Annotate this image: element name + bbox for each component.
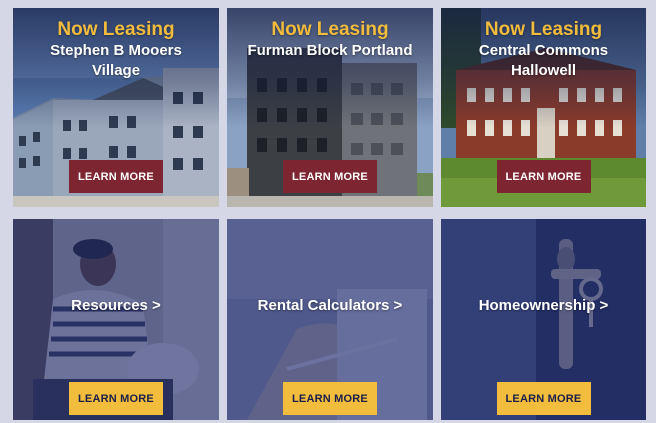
now-leasing-label: Now Leasing [57,19,175,40]
learn-more-button-resources[interactable]: LEARN MORE [69,382,163,415]
now-leasing-label: Now Leasing [484,19,603,40]
resources-tile[interactable]: Resources > LEARN MORE [13,219,219,420]
property-tile-furman-block[interactable]: Now Leasing Furman Block Portland LEARN … [227,8,433,207]
learn-more-button-homeownership[interactable]: LEARN MORE [496,382,591,415]
homeownership-title: Homeownership > [478,297,609,314]
property-name-line2: Village [91,62,141,79]
property-heading: Now Leasing Furman Block Portland [227,18,433,61]
property-tile-central-commons[interactable]: Now Leasing Central Commons Hallowell LE… [441,8,646,207]
rental-calculators-tile[interactable]: Rental Calculators > LEARN MORE [227,219,433,420]
learn-more-button-central-commons[interactable]: LEARN MORE [496,160,591,193]
property-heading: Now Leasing Stephen B Mooers Village [13,18,219,81]
rental-calculators-title: Rental Calculators > [257,297,403,314]
resources-title: Resources > [71,297,161,314]
learn-more-button-stephen-b-mooers[interactable]: LEARN MORE [69,160,163,193]
learn-more-button-rental-calculators[interactable]: LEARN MORE [283,382,377,415]
property-name-line2: Hallowell [510,62,577,79]
property-heading: Now Leasing Central Commons Hallowell [441,18,646,81]
now-leasing-label: Now Leasing [271,19,389,40]
property-name-line1: Central Commons [478,42,609,59]
property-name-line1: Furman Block Portland [247,42,413,59]
tile-grid: Now Leasing Stephen B Mooers Village LEA… [13,8,646,420]
property-tile-stephen-b-mooers[interactable]: Now Leasing Stephen B Mooers Village LEA… [13,8,219,207]
homeownership-tile[interactable]: Homeownership > LEARN MORE [441,219,646,420]
learn-more-button-furman-block[interactable]: LEARN MORE [283,160,377,193]
property-name-line1: Stephen B Mooers [50,42,182,59]
